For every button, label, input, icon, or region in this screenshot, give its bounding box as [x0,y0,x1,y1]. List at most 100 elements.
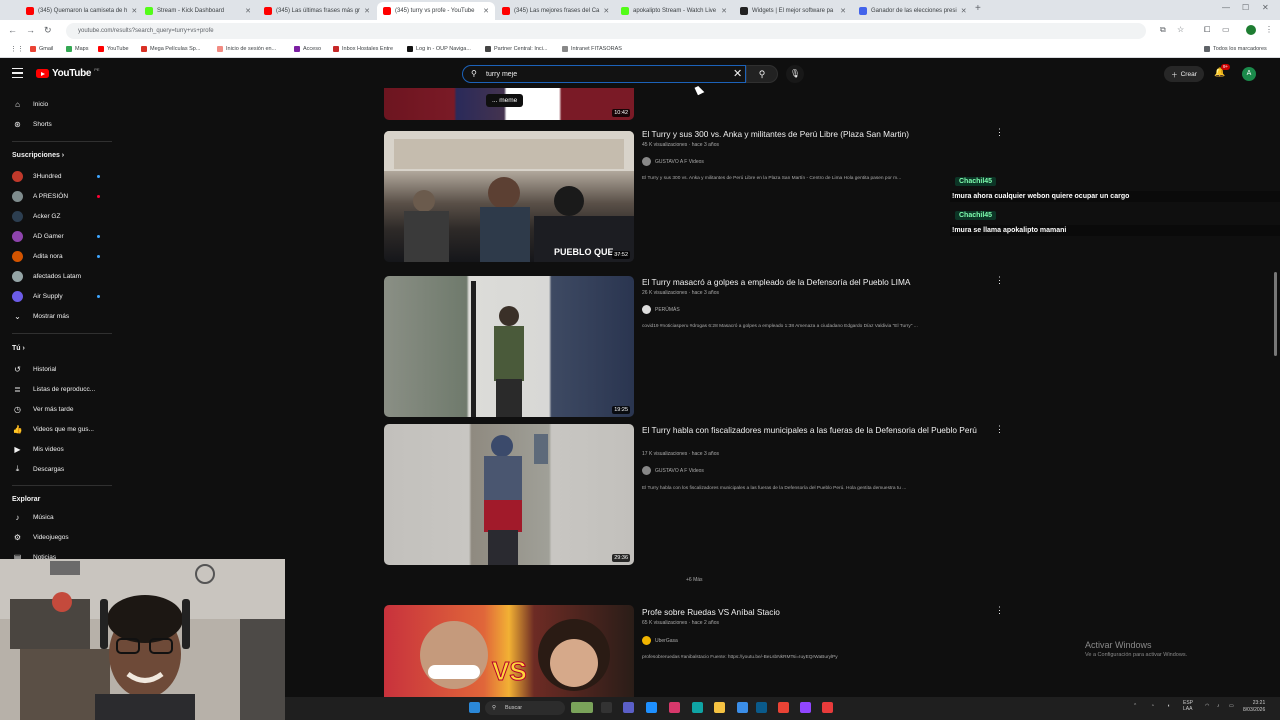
clear-search-icon[interactable]: ✕ [733,67,742,80]
sidebar-item-watch-later[interactable]: ◷ Ver más tarde [0,401,112,417]
bookmark-item[interactable]: Inbox Hostales Entre [333,46,393,52]
browser-tab[interactable]: Widgets | El mejor software pa ✕ [734,2,852,20]
chrome-icon[interactable] [778,702,789,713]
browser-tab[interactable]: (345) Quemaron la camiseta de h ✕ [20,2,138,20]
new-tab-button[interactable]: + [975,3,981,14]
scrollbar-thumb[interactable] [1274,272,1277,356]
bookmark-item[interactable]: Intranet FITASORAS [562,46,622,52]
store-icon[interactable] [737,702,748,713]
sidebar-item-liked[interactable]: 👍 Videos que me gus... [0,421,112,437]
sidebar-item-downloads[interactable]: ⤓ Descargas [0,461,112,477]
more-actions-icon[interactable]: ⋮ [995,275,1004,286]
sidebar-item-subscription[interactable]: 3Hundred [0,168,112,184]
browser-tab[interactable]: Ganador de las elecciones presi ✕ [853,2,971,20]
sidebar-item-music[interactable]: ♪ Música [0,509,112,525]
sidebar-item-home[interactable]: ⌂ Inicio [0,96,112,112]
network-icon[interactable]: ◔ [1151,703,1154,709]
show-more-button[interactable]: ⌄ Mostrar más [0,308,112,324]
bookmark-item[interactable]: Log in - OUP Naviga... [407,46,471,52]
edge-icon[interactable] [646,702,657,713]
sidebar-item-subscription[interactable]: AD Gamer [0,228,112,244]
task-view-icon[interactable] [601,702,612,713]
sidebar-item-subscription[interactable]: Air Supply [0,288,112,304]
close-tab-icon[interactable]: ✕ [721,7,727,15]
reload-icon[interactable]: ↻ [44,25,52,36]
browser-tab-active[interactable]: (345) turry vs profe - YouTube ✕ [377,2,495,20]
close-tab-icon[interactable]: ✕ [131,7,137,15]
browser-tab[interactable]: (345) Las últimas frases más gr ✕ [258,2,376,20]
more-vert-icon[interactable]: ⋮ [1265,25,1273,34]
video-thumbnail[interactable]: PUEBLO QUE... 37:52 [384,131,634,262]
bookmark-item[interactable]: Partner Central: Inci... [485,46,548,52]
search-button[interactable]: ⚲ [746,65,778,83]
video-channel[interactable]: GUSTAVO A F Videos [642,466,704,475]
close-tab-icon[interactable]: ✕ [245,7,251,15]
battery-icon[interactable]: ▭ [1229,703,1234,709]
subscriptions-header[interactable]: Suscripciones › [12,152,64,159]
sidebar-item-gaming[interactable]: ⚙ Videojuegos [0,529,112,545]
maximize-icon[interactable]: ☐ [1242,3,1249,12]
more-results-link[interactable]: +6 Más [686,577,703,583]
language-indicator[interactable]: ESP LAA [1183,700,1203,712]
speaker-icon[interactable]: ♪ [1217,703,1220,709]
close-tab-icon[interactable]: ✕ [364,7,370,15]
sidebar-item-subscription[interactable]: Adita nora [0,248,112,264]
bookmark-item[interactable]: Acceso [294,46,321,52]
minimize-icon[interactable]: — [1222,3,1230,12]
terminal-icon[interactable] [756,702,767,713]
browser-tab[interactable]: apokalipto Stream - Watch Live ✕ [615,2,733,20]
clock[interactable]: 23:21 8/03/2026 [1243,700,1265,714]
video-channel[interactable]: UberGasa [642,636,678,645]
microphone-icon[interactable]: 🎙 [786,65,804,83]
create-button[interactable]: ＋ Crear [1164,66,1204,82]
sidepanel-icon[interactable]: ▭ [1222,25,1230,34]
more-actions-icon[interactable]: ⋮ [995,424,1004,435]
wifi-icon[interactable]: ◠ [1205,703,1209,709]
cast-icon[interactable]: ⧉ [1160,25,1166,35]
video-thumbnail[interactable]: 19:25 [384,276,634,417]
video-channel[interactable]: PERÚMÁS [642,305,680,314]
sidebar-item-subscription[interactable]: Acker GZ [0,208,112,224]
bookmark-star-icon[interactable]: ☆ [1177,25,1184,34]
account-avatar[interactable]: A [1242,67,1256,81]
discord-icon[interactable] [800,702,811,713]
windows-start-icon[interactable] [469,702,480,713]
all-bookmarks[interactable]: Todos los marcadores [1204,46,1267,52]
browser-tab[interactable]: (345) Las mejores frases del Ca ✕ [496,2,614,20]
video-thumbnail[interactable]: 29:36 [384,424,634,565]
sidebar-item-subscription[interactable]: afectados Latam [0,268,112,284]
bookmark-item[interactable]: YouTube [98,46,129,52]
back-icon[interactable]: ← [8,25,17,35]
youtube-logo[interactable]: YouTube PE [36,67,100,79]
bookmark-item[interactable]: Mega Películas Sp... [141,46,200,52]
tray-chevron-icon[interactable]: ⌃ [1133,703,1137,709]
close-tab-icon[interactable]: ✕ [961,7,967,15]
hamburger-menu-icon[interactable] [12,68,23,78]
close-tab-icon[interactable]: ✕ [840,7,846,15]
video-title[interactable]: Profe sobre Ruedas VS Aníbal Stacio [642,606,992,619]
more-actions-icon[interactable]: ⋮ [995,605,1004,616]
sidebar-item-my-videos[interactable]: ▶ Mis videos [0,441,112,457]
sidebar-item-playlists[interactable]: ≣ Listas de reproducc... [0,381,112,397]
obs-icon[interactable] [822,702,833,713]
forward-icon[interactable]: → [26,25,35,35]
browser-icon[interactable] [692,702,703,713]
sidebar-item-shorts[interactable]: ⊛ Shorts [0,116,112,132]
sidebar-item-history[interactable]: ↺ Historial [0,361,112,377]
bookmark-item[interactable]: Gmail [30,46,53,52]
more-actions-icon[interactable]: ⋮ [995,127,1004,138]
search-input[interactable] [486,67,716,81]
you-header[interactable]: Tú › [12,345,25,352]
close-tab-icon[interactable]: ✕ [603,7,609,15]
bookmark-item[interactable]: Maps [66,46,88,52]
teams-icon[interactable] [623,702,634,713]
video-title[interactable]: El Turry habla con fiscalizadores munici… [642,424,992,437]
browser-tab[interactable]: Stream - Kick Dashboard ✕ [139,2,257,20]
close-tab-icon[interactable]: ✕ [483,7,489,15]
video-channel[interactable]: GUSTAVO A F Videos [642,157,704,166]
news-widget-icon[interactable] [571,702,593,713]
copilot-icon[interactable] [669,702,680,713]
scrollbar-track[interactable] [1270,62,1280,696]
video-title[interactable]: El Turry masacró a golpes a empleado de … [642,276,992,289]
apps-grid-icon[interactable]: ⋮⋮ [10,45,24,53]
